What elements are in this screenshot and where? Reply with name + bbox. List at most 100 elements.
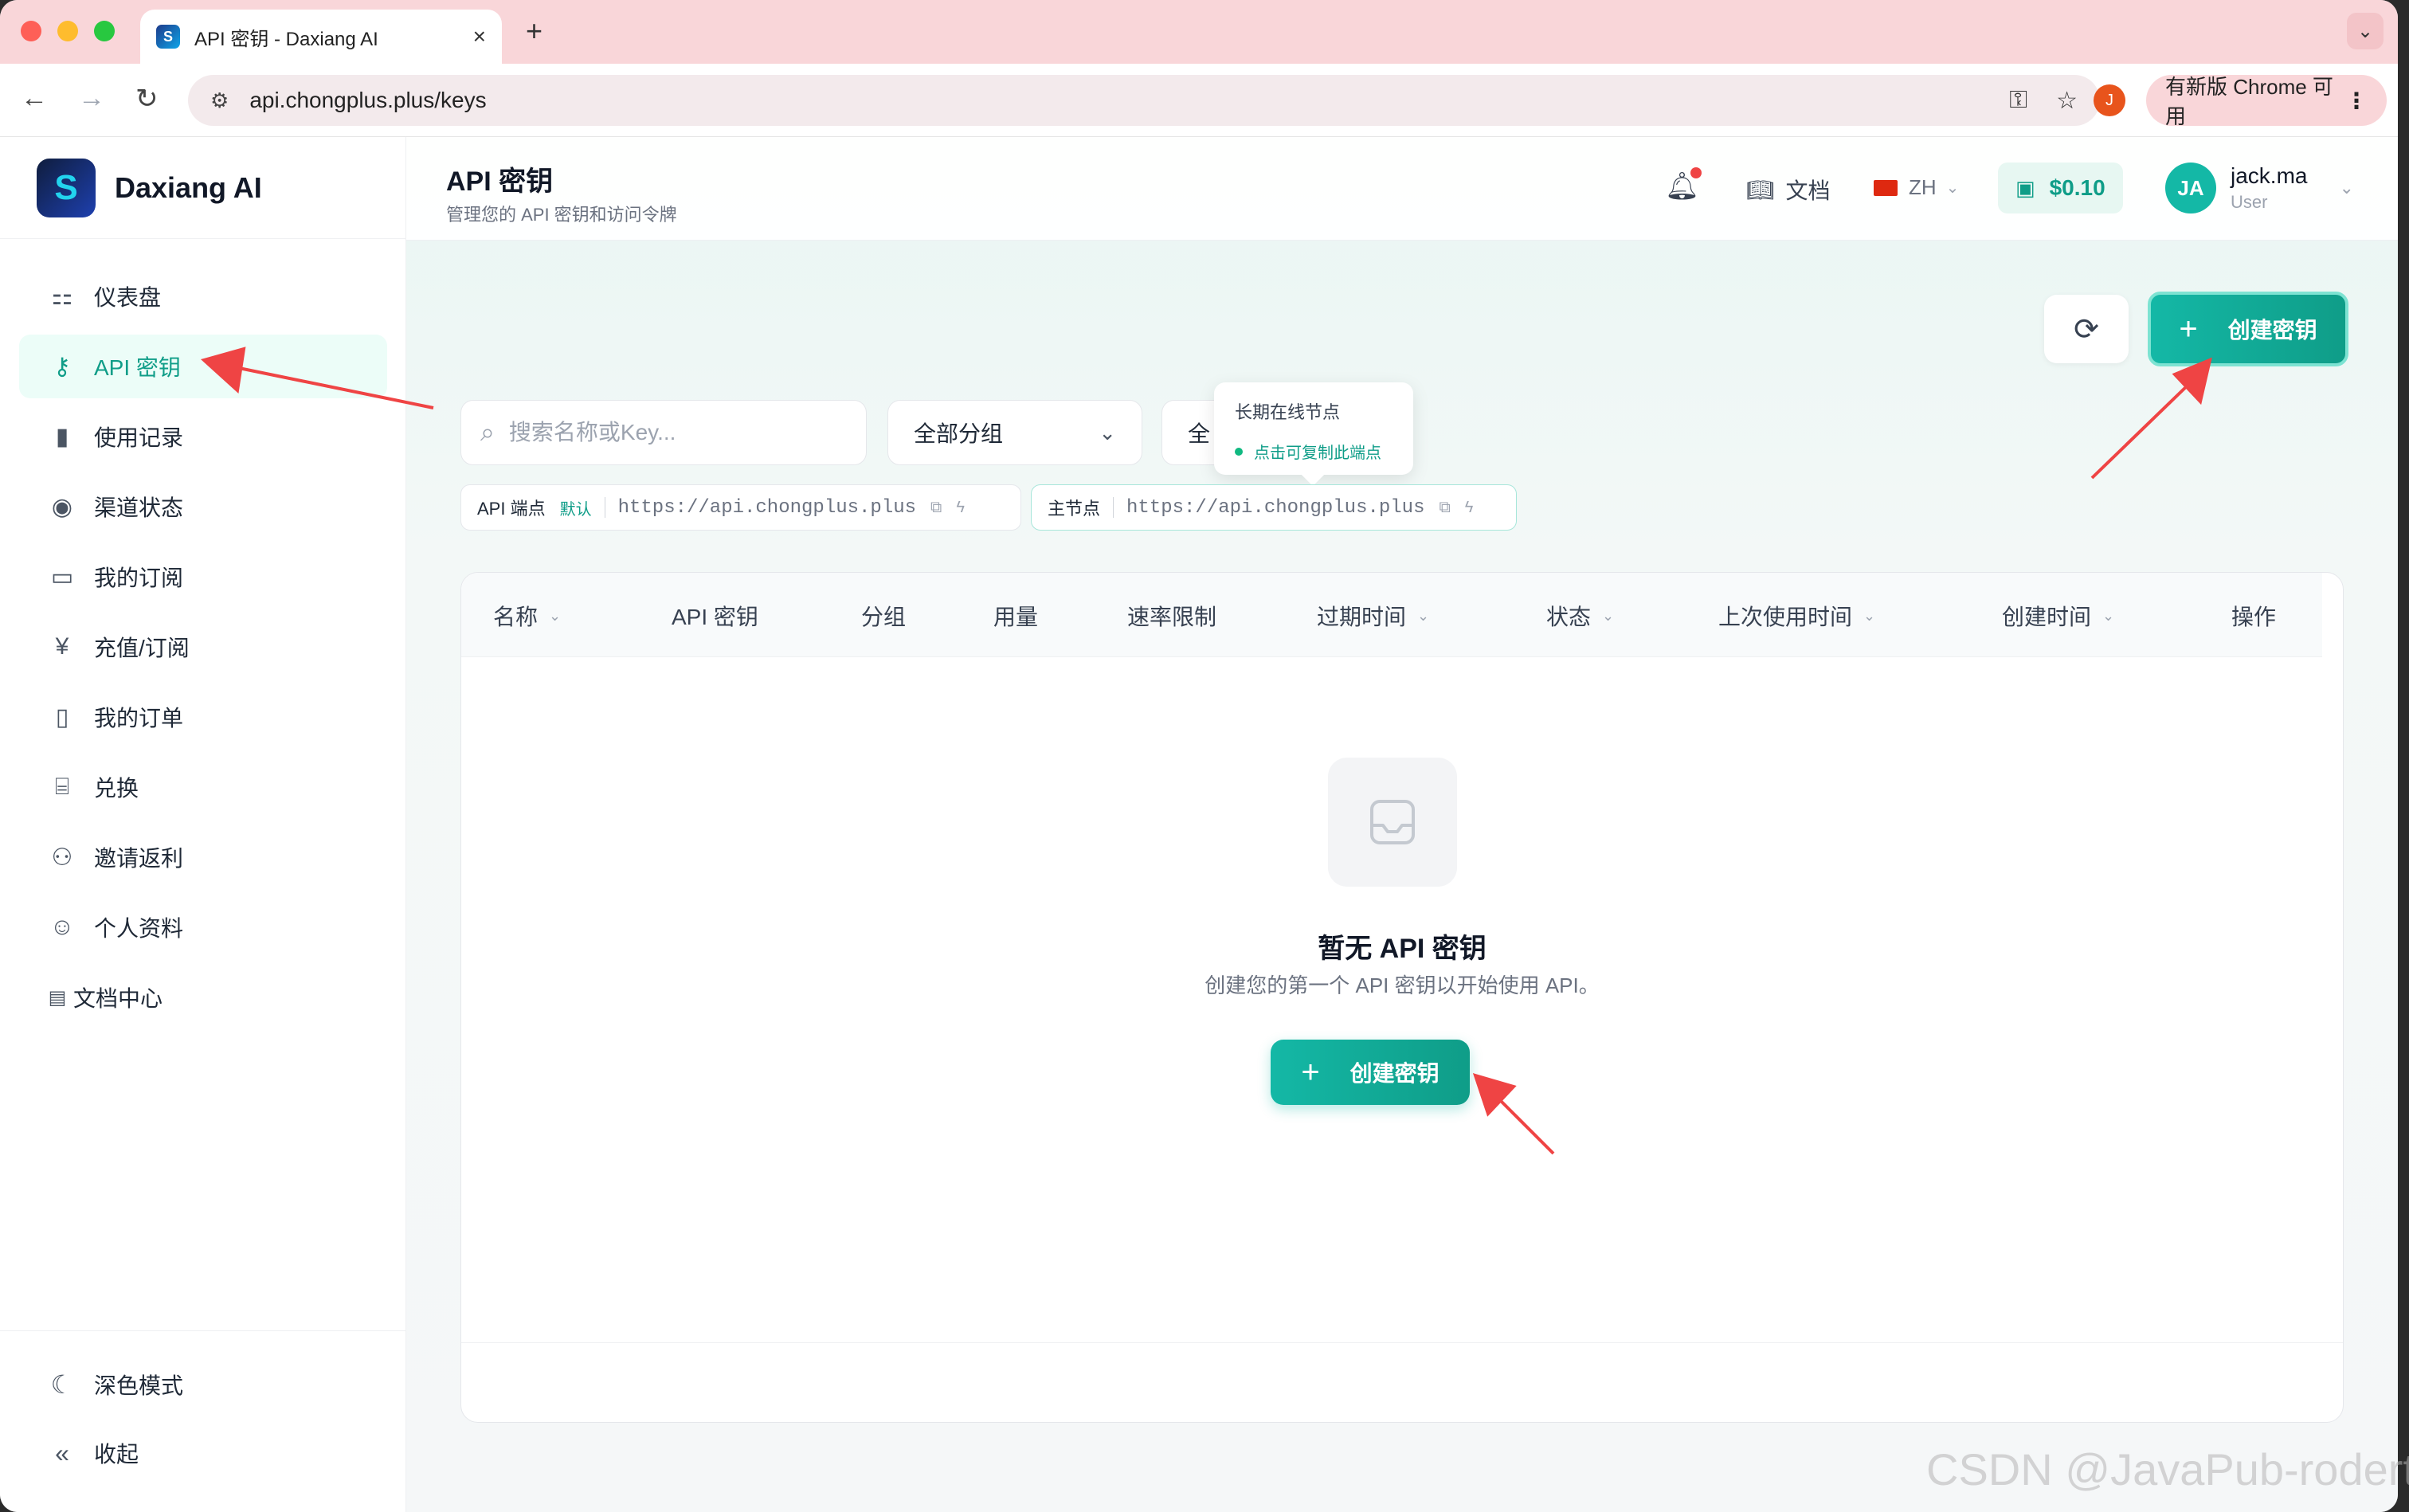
user-menu[interactable]: JA jack.ma User ⌄ — [2165, 163, 2354, 213]
column-label: 名称 — [493, 605, 539, 629]
sidebar-item-label: 渠道状态 — [94, 496, 184, 520]
profile-avatar[interactable]: J — [2094, 84, 2125, 116]
browser-toolbar: ← → ↻ ⚙ api.chongplus.plus/keys ⚿ ☆ J 有新… — [0, 64, 2398, 137]
create-key-label: 创建密钥 — [2227, 318, 2317, 343]
tab-search-icon[interactable]: ⌄ — [2347, 13, 2384, 49]
endpoint-url: https://api.chongplus.plus — [617, 496, 917, 519]
endpoint-label: API 端点 — [477, 499, 546, 519]
bookmark-star-icon[interactable]: ☆ — [2056, 87, 2078, 115]
sidebar-item-label: 个人资料 — [94, 916, 184, 941]
chevrons-left-icon: « — [55, 1438, 69, 1467]
sidebar-item-recharge[interactable]: ¥ 充值/订阅 — [19, 615, 387, 679]
search-input[interactable] — [508, 420, 866, 445]
copy-icon[interactable]: ⧉ — [930, 499, 942, 517]
search-box[interactable]: ⌕ — [460, 400, 867, 465]
document-icon: ▯ — [55, 703, 69, 731]
api-endpoint-chip[interactable]: API 端点 默认 https://api.chongplus.plus ⧉ ϟ — [460, 484, 1021, 531]
brand[interactable]: S Daxiang AI — [0, 137, 406, 239]
column-label: 分组 — [861, 605, 907, 629]
key-icon: ⚷ — [53, 353, 71, 380]
books-icon: ▤ — [48, 986, 67, 1009]
sidebar-item-label: 我的订单 — [94, 706, 184, 731]
column-header-actions: 操作 — [2231, 600, 2276, 632]
sidebar-item-label: 充值/订阅 — [94, 636, 190, 660]
sidebar-item-docs-center[interactable]: ▤ 文档中心 — [19, 966, 387, 1029]
column-header-expires[interactable]: 过期时间 ⌄ — [1317, 600, 1429, 632]
table-header: 名称 ⌄ API 密钥 分组 用量 速率限制 过期时间 ⌄ 状态 ⌄ 上次使用时… — [461, 573, 2322, 657]
collapse-label: 收起 — [94, 1442, 139, 1467]
sidebar-item-redeem[interactable]: ⌸ 兑换 — [19, 755, 387, 819]
sidebar-item-profile[interactable]: ☺ 个人资料 — [19, 895, 387, 959]
divider — [1113, 497, 1114, 518]
column-header-status[interactable]: 状态 ⌄ — [1546, 600, 1614, 632]
column-label: API 密钥 — [672, 605, 758, 629]
collapse-sidebar-button[interactable]: « 收起 — [19, 1419, 387, 1487]
app: S Daxiang AI ⚏ 仪表盘 ⚷ API 密钥 ▮ 使用记录 ◉ 渠道状… — [0, 137, 2398, 1512]
refresh-button[interactable]: ⟳ — [2044, 295, 2129, 363]
more-menu-icon[interactable]: ⋮ — [2345, 88, 2368, 114]
column-header-last-used[interactable]: 上次使用时间 ⌄ — [1718, 600, 1875, 632]
column-header-usage: 用量 — [993, 600, 1038, 632]
empty-state-description: 创建您的第一个 API 密钥以开始使用 API。 — [1204, 973, 1600, 997]
main-content: API 密钥 管理您的 API 密钥和访问令牌 🔔︎ 📖︎ 文档 ZH ⌄ ▣ … — [406, 137, 2398, 1512]
default-badge: 默认 — [559, 500, 592, 519]
main-node-endpoint-chip[interactable]: 主节点 https://api.chongplus.plus ⧉ ϟ — [1031, 484, 1517, 531]
column-label: 状态 — [1546, 605, 1592, 629]
copy-icon[interactable]: ⧉ — [1439, 499, 1450, 517]
close-window-button[interactable] — [21, 21, 41, 41]
user-name: jack.ma — [2231, 163, 2308, 188]
close-tab-icon[interactable]: × — [473, 24, 486, 49]
signal-icon: ◉ — [51, 493, 73, 520]
sidebar-item-usage[interactable]: ▮ 使用记录 — [19, 405, 387, 468]
sidebar-item-channel-status[interactable]: ◉ 渠道状态 — [19, 475, 387, 539]
tab-title: API 密钥 - Daxiang AI — [194, 28, 378, 50]
inbox-icon — [1328, 758, 1457, 887]
sort-chevron-icon: ⌄ — [1417, 607, 1430, 624]
empty-create-key-button[interactable]: + 创建密钥 — [1271, 1040, 1470, 1105]
new-tab-icon[interactable]: + — [526, 14, 543, 48]
lightning-icon[interactable]: ϟ — [1465, 499, 1474, 517]
favicon-icon: S — [156, 25, 180, 49]
balance-badge[interactable]: ▣ $0.10 — [1998, 163, 2123, 213]
dashboard-icon: ⚏ — [51, 283, 73, 310]
site-settings-icon[interactable]: ⚙ — [210, 88, 229, 113]
sidebar-item-orders[interactable]: ▯ 我的订单 — [19, 685, 387, 749]
language-selector[interactable]: ZH ⌄ — [1874, 175, 1959, 200]
page-title: API 密钥 — [446, 166, 554, 197]
sidebar-item-dashboard[interactable]: ⚏ 仪表盘 — [19, 264, 387, 328]
maximize-window-button[interactable] — [94, 21, 115, 41]
dark-mode-toggle[interactable]: ☾ 深色模式 — [19, 1350, 387, 1419]
sidebar-item-referral[interactable]: ⚇ 邀请返利 — [19, 825, 387, 889]
column-header-name[interactable]: 名称 ⌄ — [493, 600, 561, 632]
address-bar[interactable]: ⚙ api.chongplus.plus/keys ⚿ ☆ — [188, 75, 2100, 126]
sidebar-item-label: 我的订阅 — [94, 566, 184, 590]
docs-link[interactable]: 📖︎ 文档 — [1746, 174, 1831, 206]
column-label: 过期时间 — [1317, 605, 1407, 629]
minimize-window-button[interactable] — [57, 21, 78, 41]
user-role: User — [2231, 192, 2268, 212]
back-icon[interactable]: ← — [21, 83, 48, 114]
sidebar-footer: ☾ 深色模式 « 收起 — [0, 1330, 406, 1512]
chrome-update-button[interactable]: 有新版 Chrome 可用 ⋮ — [2146, 75, 2387, 128]
url-text[interactable]: api.chongplus.plus/keys — [249, 88, 1980, 113]
group-filter-select[interactable]: 全部分组 ⌄ — [887, 400, 1142, 465]
lightning-icon[interactable]: ϟ — [956, 499, 965, 517]
brand-name: Daxiang AI — [115, 170, 262, 204]
column-header-created[interactable]: 创建时间 ⌄ — [2002, 600, 2114, 632]
create-key-button[interactable]: + 创建密钥 — [2148, 292, 2348, 366]
online-dot — [1235, 447, 1243, 456]
search-icon: ⌕ — [480, 417, 495, 446]
notification-dot — [1690, 167, 1702, 178]
browser-tab[interactable]: S API 密钥 - Daxiang AI × — [140, 10, 502, 64]
forward-icon[interactable]: → — [78, 83, 105, 114]
empty-state-title: 暂无 API 密钥 — [1318, 934, 1487, 964]
sidebar-item-api-keys[interactable]: ⚷ API 密钥 — [19, 335, 387, 398]
column-label: 上次使用时间 — [1718, 605, 1853, 629]
tooltip-hint: 点击可复制此端点 — [1235, 440, 1413, 463]
sidebar-item-label: 仪表盘 — [94, 285, 162, 310]
reload-icon[interactable]: ↻ — [135, 83, 159, 115]
password-key-icon[interactable]: ⚿ — [2009, 87, 2027, 114]
api-keys-table: 名称 ⌄ API 密钥 分组 用量 速率限制 过期时间 ⌄ 状态 ⌄ 上次使用时… — [460, 572, 2344, 1423]
tooltip-hint-text: 点击可复制此端点 — [1254, 445, 1381, 462]
sidebar-item-subscriptions[interactable]: ▭ 我的订阅 — [19, 545, 387, 609]
